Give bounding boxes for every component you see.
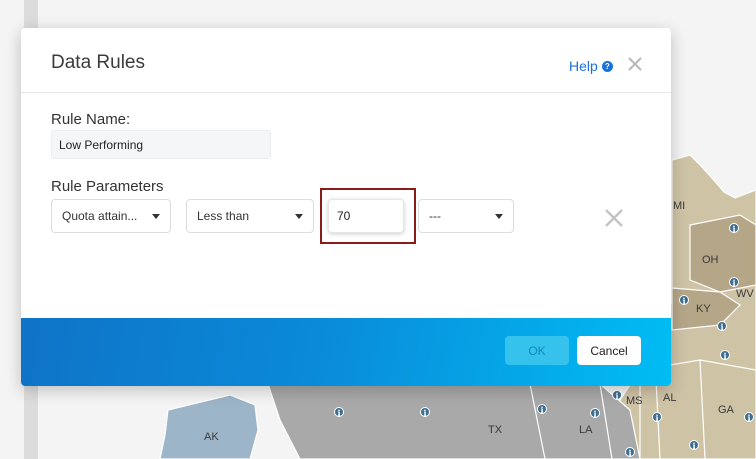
operator-select[interactable]: Less than <box>186 199 314 233</box>
dialog-header: Data Rules Help ? <box>21 28 671 93</box>
map-region-south-central <box>267 383 641 459</box>
state-label-al: AL <box>663 392 677 404</box>
info-icon[interactable]: i <box>729 277 739 288</box>
chevron-down-icon <box>152 214 160 219</box>
state-label-wv: WV <box>736 288 754 300</box>
info-icon[interactable]: i <box>720 350 730 361</box>
info-icon[interactable]: i <box>590 408 600 419</box>
secondary-select-value: --- <box>429 209 441 223</box>
state-label-la: LA <box>579 424 593 436</box>
rule-parameters-label: Rule Parameters <box>51 178 164 195</box>
operator-select-value: Less than <box>197 209 250 223</box>
info-icon[interactable]: i <box>652 412 662 423</box>
info-icon[interactable]: i <box>717 321 727 332</box>
info-icon[interactable]: i <box>612 390 622 401</box>
info-icon[interactable]: i <box>334 407 344 418</box>
close-icon[interactable] <box>625 54 645 74</box>
field-select-value: Quota attain... <box>62 209 138 223</box>
chevron-down-icon <box>495 214 503 219</box>
field-select[interactable]: Quota attain... <box>51 199 171 233</box>
state-label-ak: AK <box>204 431 219 443</box>
state-label-ms: MS <box>626 395 643 407</box>
rule-name-input[interactable] <box>51 130 271 159</box>
state-label-mi: MI <box>673 200 686 212</box>
ok-button[interactable]: OK <box>505 336 569 365</box>
map-region-ohio <box>689 214 756 293</box>
question-circle-icon: ? <box>601 60 613 72</box>
help-link[interactable]: Help ? <box>569 58 613 74</box>
info-icon[interactable]: i <box>420 407 430 418</box>
state-label-ky: KY <box>696 303 711 315</box>
info-icon[interactable]: i <box>729 223 739 234</box>
info-icon[interactable]: i <box>689 440 699 451</box>
info-icon[interactable]: i <box>744 412 754 423</box>
value-input[interactable] <box>328 199 404 233</box>
rule-name-label: Rule Name: <box>51 111 131 128</box>
remove-x-icon[interactable] <box>604 208 624 228</box>
secondary-select[interactable]: --- <box>418 199 514 233</box>
dialog-title: Data Rules <box>51 52 145 73</box>
map-region-alaska <box>159 394 259 459</box>
info-icon[interactable]: i <box>537 404 547 415</box>
data-rules-dialog: Data Rules Help ? Rule Name: Rule Parame… <box>21 28 671 386</box>
info-icon[interactable]: i <box>625 447 635 458</box>
chevron-down-icon <box>295 214 303 219</box>
state-label-ga: GA <box>718 404 734 416</box>
state-label-tx: TX <box>488 424 503 436</box>
info-icon[interactable]: i <box>679 295 689 306</box>
dialog-footer: OK Cancel <box>21 318 671 386</box>
state-label-oh: OH <box>702 254 719 266</box>
cancel-button[interactable]: Cancel <box>577 336 641 365</box>
help-label: Help <box>569 58 598 74</box>
